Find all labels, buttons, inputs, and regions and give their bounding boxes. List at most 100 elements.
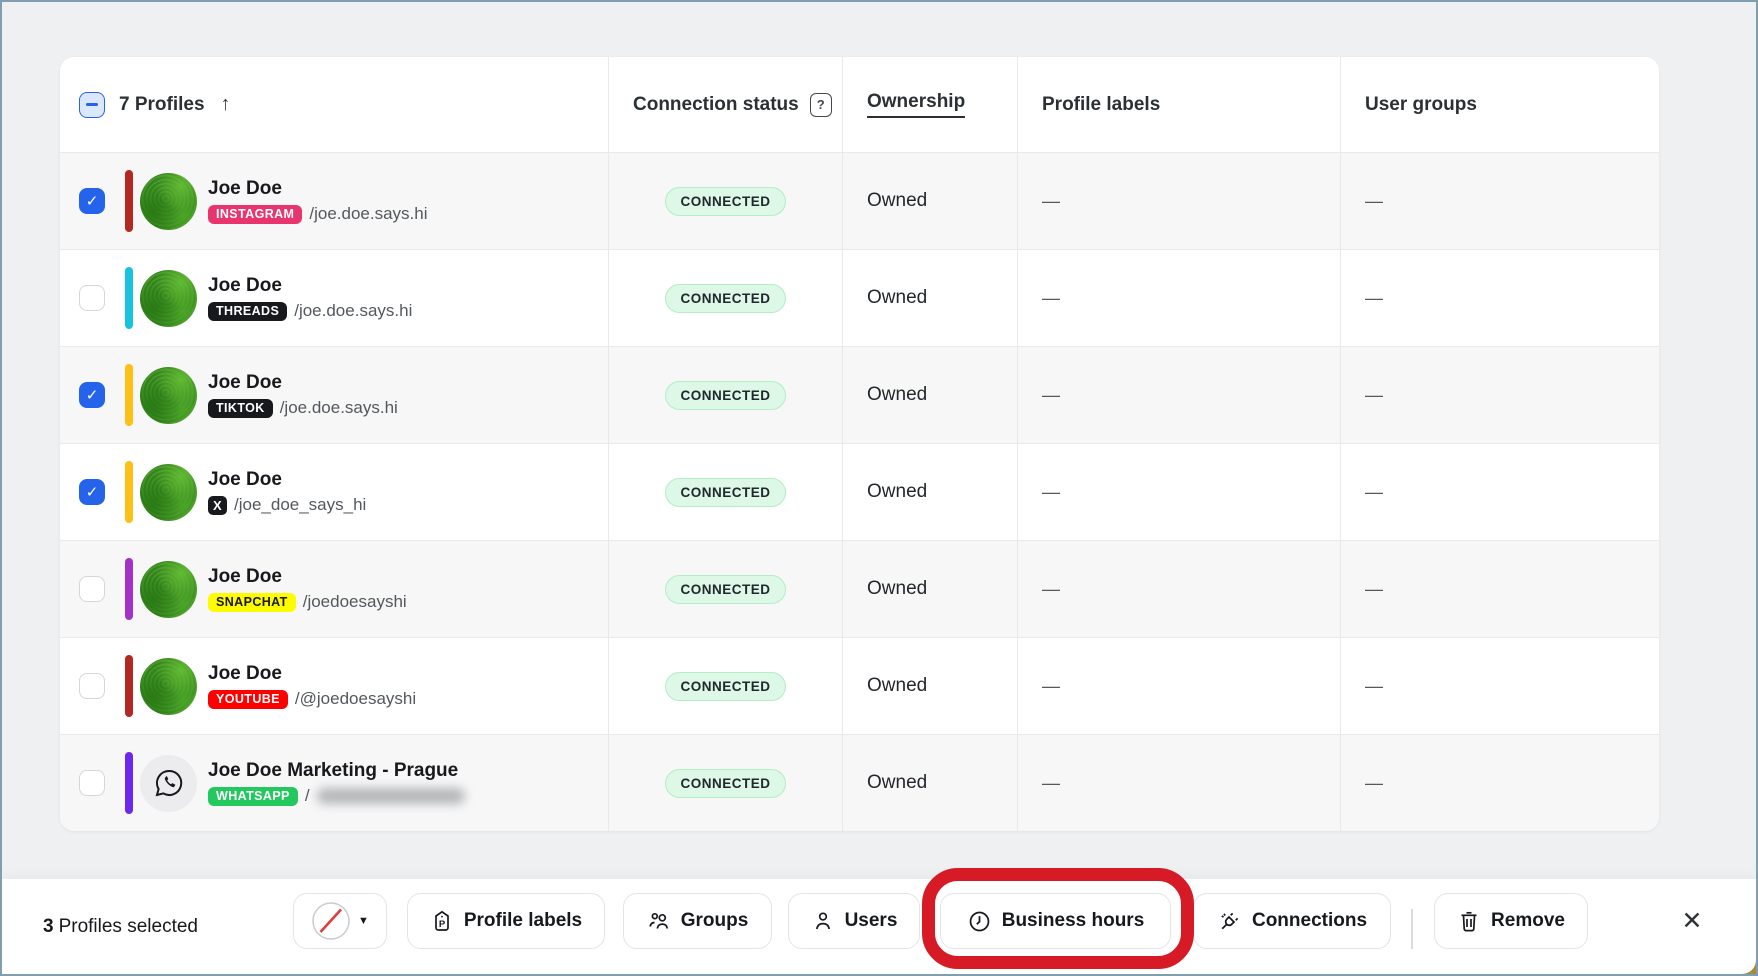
status-badge: CONNECTED <box>665 381 785 410</box>
profile-name: Joe Doe <box>208 663 416 685</box>
user-groups-value: — <box>1340 541 1659 637</box>
plug-connections-icon <box>1217 909 1242 934</box>
close-icon[interactable]: ✕ <box>1674 903 1710 939</box>
profile-handle: /joe.doe.says.hi <box>280 398 398 418</box>
ownership-value: Owned <box>842 250 1017 346</box>
row-checkbox[interactable]: ✓ <box>79 382 105 408</box>
profile-name: Joe Doe <box>208 372 398 394</box>
groups-icon <box>647 909 671 933</box>
groups-button[interactable]: Groups <box>623 893 772 949</box>
user-groups-value: — <box>1340 153 1659 249</box>
row-checkbox[interactable]: ✓ <box>79 188 105 214</box>
check-icon: ✓ <box>86 388 99 403</box>
profile-handle: /joe.doe.says.hi <box>309 204 427 224</box>
no-color-swatch-icon <box>311 901 351 941</box>
avatar <box>140 561 197 618</box>
profile-name: Joe Doe <box>208 566 407 588</box>
profile-name: Joe Doe <box>208 275 412 297</box>
ownership-value: Owned <box>842 735 1017 831</box>
chevron-down-icon: ▼ <box>358 915 369 927</box>
table-row[interactable]: ✓ Joe Doe X /joe_doe_says_hi <box>60 443 1659 540</box>
label-tag-icon: P <box>430 909 454 933</box>
whatsapp-icon <box>153 767 185 799</box>
profile-color-bar <box>125 267 133 329</box>
ownership-value: Owned <box>842 153 1017 249</box>
color-label-dropdown[interactable]: ▼ <box>293 893 387 949</box>
status-badge: CONNECTED <box>665 575 785 604</box>
svg-text:P: P <box>439 919 446 930</box>
user-groups-value: — <box>1340 444 1659 540</box>
platform-badge: TIKTOK <box>208 399 273 418</box>
row-checkbox[interactable] <box>79 576 105 602</box>
profile-color-bar <box>125 170 133 232</box>
table-row[interactable]: Joe Doe THREADS /joe.doe.says.hi CONNECT… <box>60 249 1659 346</box>
user-groups-value: — <box>1340 250 1659 346</box>
ownership-value: Owned <box>842 347 1017 443</box>
avatar <box>140 755 197 812</box>
connection-status-header: Connection status <box>633 94 799 116</box>
platform-badge: YOUTUBE <box>208 690 288 709</box>
divider <box>1411 909 1413 949</box>
avatar <box>140 173 197 230</box>
status-badge: CONNECTED <box>665 672 785 701</box>
profile-name: Joe Doe <box>208 178 428 200</box>
profile-labels-value: — <box>1017 444 1340 540</box>
user-groups-value: — <box>1340 347 1659 443</box>
avatar <box>140 367 197 424</box>
table-row[interactable]: Joe Doe YOUTUBE /@joedoesayshi CONNECTED… <box>60 637 1659 734</box>
platform-badge: WHATSAPP <box>208 787 298 806</box>
select-all-checkbox[interactable] <box>79 92 105 118</box>
user-groups-header: User groups <box>1365 94 1477 116</box>
table-row[interactable]: Joe Doe SNAPCHAT /joedoesayshi CONNECTED… <box>60 540 1659 637</box>
profile-labels-button[interactable]: P Profile labels <box>407 893 605 949</box>
table-row[interactable]: ✓ Joe Doe TIKTOK /joe.doe.says.hi <box>60 346 1659 443</box>
sort-ascending-icon[interactable]: ↑ <box>221 93 231 116</box>
status-badge: CONNECTED <box>665 769 785 798</box>
ownership-value: Owned <box>842 638 1017 734</box>
platform-badge: THREADS <box>208 302 287 321</box>
profile-handle: / <box>305 786 310 806</box>
status-badge: CONNECTED <box>665 478 785 507</box>
profile-color-bar <box>125 752 133 814</box>
redacted-handle <box>317 788 465 804</box>
profile-labels-value: — <box>1017 153 1340 249</box>
row-checkbox[interactable]: ✓ <box>79 479 105 505</box>
business-hours-button[interactable]: Business hours <box>940 893 1171 949</box>
avatar <box>140 270 197 327</box>
profile-labels-value: — <box>1017 347 1340 443</box>
table-row[interactable]: ✓ Joe Doe INSTAGRAM /joe.doe.says.hi <box>60 152 1659 249</box>
profile-labels-value: — <box>1017 541 1340 637</box>
help-icon[interactable]: ? <box>810 93 832 117</box>
screen: 7 Profiles ↑ Connection status ? Ownersh… <box>0 0 1758 976</box>
profile-labels-header: Profile labels <box>1042 94 1160 116</box>
profile-handle: /joe.doe.says.hi <box>294 301 412 321</box>
clock-icon <box>967 909 992 934</box>
row-checkbox[interactable] <box>79 285 105 311</box>
action-bar: 3Profiles selected ▼ P Profile labels <box>2 878 1756 974</box>
profile-handle: /@joedoesayshi <box>295 689 416 709</box>
users-button[interactable]: Users <box>788 893 920 949</box>
profile-name: Joe Doe Marketing - Prague <box>208 760 465 782</box>
selected-count-text: 3Profiles selected <box>43 916 198 938</box>
status-badge: CONNECTED <box>665 284 785 313</box>
profile-labels-value: — <box>1017 735 1340 831</box>
avatar <box>140 464 197 521</box>
profile-labels-value: — <box>1017 250 1340 346</box>
profile-color-bar <box>125 655 133 717</box>
table-header: 7 Profiles ↑ Connection status ? Ownersh… <box>60 57 1659 152</box>
ownership-value: Owned <box>842 444 1017 540</box>
table-body: ✓ Joe Doe INSTAGRAM /joe.doe.says.hi <box>60 152 1659 831</box>
user-groups-value: — <box>1340 638 1659 734</box>
connections-button[interactable]: Connections <box>1193 893 1391 949</box>
check-icon: ✓ <box>86 485 99 500</box>
row-checkbox[interactable] <box>79 673 105 699</box>
profile-name: Joe Doe <box>208 469 366 491</box>
row-checkbox[interactable] <box>79 770 105 796</box>
profile-color-bar <box>125 558 133 620</box>
check-icon: ✓ <box>86 194 99 209</box>
platform-badge: SNAPCHAT <box>208 593 296 612</box>
ownership-header[interactable]: Ownership <box>867 91 965 118</box>
remove-button[interactable]: Remove <box>1434 893 1588 949</box>
profile-handle: /joe_doe_says_hi <box>234 495 366 515</box>
table-row[interactable]: Joe Doe Marketing - Prague WHATSAPP / CO… <box>60 734 1659 831</box>
